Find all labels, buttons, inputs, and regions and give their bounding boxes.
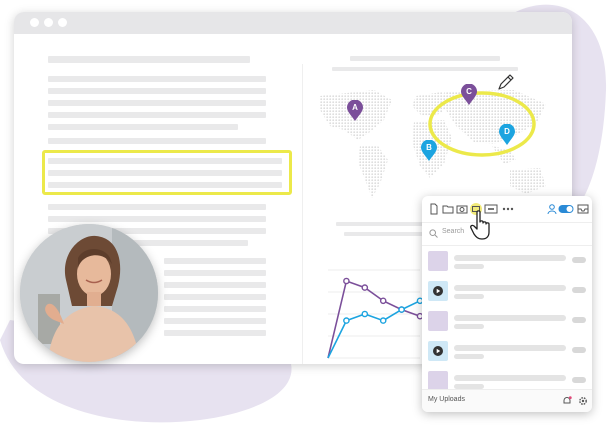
- panel-toolbar: [422, 196, 592, 223]
- panel-footer: My Uploads: [422, 389, 592, 412]
- chart-point: [398, 306, 405, 313]
- upload-title-line: [454, 285, 566, 291]
- image-thumbnail: [428, 251, 448, 271]
- upload-title-line: [454, 345, 566, 351]
- upload-item[interactable]: [422, 246, 592, 276]
- upload-meta-line: [454, 294, 484, 299]
- more-icon[interactable]: [502, 203, 514, 215]
- upload-title-line: [454, 315, 566, 321]
- window-dot[interactable]: [44, 18, 53, 27]
- upload-title-line: [454, 255, 566, 261]
- doc-text-line: [48, 138, 266, 144]
- doc-text-line: [48, 112, 266, 118]
- search-icon: [429, 229, 438, 238]
- chart-point: [379, 297, 387, 305]
- map-pin-b[interactable]: B: [420, 139, 438, 162]
- chart-point: [343, 277, 350, 285]
- search-bar[interactable]: Search: [422, 223, 592, 246]
- upload-meta-line: [454, 324, 484, 329]
- camera-icon[interactable]: [456, 203, 468, 215]
- hand-cursor-icon: [470, 210, 490, 240]
- search-input[interactable]: Search: [442, 228, 464, 235]
- doc-text-line: [48, 216, 266, 222]
- doc-text-line: [164, 330, 266, 336]
- column-divider: [302, 64, 303, 364]
- video-thumbnail: [428, 281, 448, 301]
- map-pin-c[interactable]: C: [460, 83, 478, 106]
- upload-meta-line: [454, 264, 484, 269]
- chart-point: [361, 310, 369, 318]
- play-icon: [433, 346, 443, 356]
- doc-heading-bar: [48, 56, 250, 63]
- upload-item[interactable]: [422, 276, 592, 306]
- doc-text-line: [164, 282, 266, 288]
- map-pin-label: B: [426, 143, 432, 152]
- doc-text-line: [164, 258, 266, 264]
- map-pin-a[interactable]: A: [346, 99, 364, 122]
- upload-title-line: [454, 375, 566, 381]
- upload-item[interactable]: [422, 336, 592, 366]
- video-thumbnail: [428, 341, 448, 361]
- folder-icon[interactable]: [442, 203, 454, 215]
- upload-item[interactable]: [422, 306, 592, 336]
- toggle-switch[interactable]: [558, 203, 574, 215]
- map-pin-label: C: [466, 87, 472, 96]
- doc-text-line: [164, 294, 266, 300]
- upload-options-button[interactable]: [572, 377, 586, 383]
- my-uploads-label[interactable]: My Uploads: [428, 396, 465, 403]
- user-icon[interactable]: [546, 203, 558, 215]
- line-chart: [327, 269, 424, 359]
- doc-text-line: [164, 306, 266, 312]
- doc-text-line: [164, 270, 266, 276]
- doc-text-line: [48, 204, 266, 210]
- chart-series-line: [327, 300, 421, 359]
- upload-options-button[interactable]: [572, 287, 586, 293]
- browser-titlebar: [14, 12, 572, 34]
- image-thumbnail: [428, 311, 448, 331]
- settings-icon[interactable]: [578, 396, 588, 406]
- chart-point: [361, 284, 369, 291]
- doc-text-line: [164, 318, 266, 324]
- doc-text-line: [48, 100, 266, 106]
- chart-series-line: [327, 279, 421, 359]
- chart-point: [379, 317, 387, 324]
- image-thumbnail: [428, 371, 448, 391]
- upload-options-button[interactable]: [572, 317, 586, 323]
- doc-text-line: [332, 67, 518, 71]
- play-icon: [433, 286, 443, 296]
- upload-options-button[interactable]: [572, 257, 586, 263]
- bell-icon[interactable]: [562, 396, 572, 406]
- map-pin-d[interactable]: D: [498, 123, 516, 146]
- upload-options-button[interactable]: [572, 347, 586, 353]
- doc-text-line: [48, 124, 238, 130]
- map-pin-label: D: [504, 127, 510, 136]
- text-highlight-annotation[interactable]: [42, 150, 292, 195]
- doc-text-line: [48, 76, 266, 82]
- uploads-panel: Search My Uploads: [422, 196, 592, 412]
- pencil-icon[interactable]: [496, 72, 516, 92]
- file-icon[interactable]: [428, 203, 440, 215]
- window-dot[interactable]: [30, 18, 39, 27]
- window-dot[interactable]: [58, 18, 67, 27]
- upload-meta-line: [454, 354, 484, 359]
- presenter-avatar: [20, 224, 158, 362]
- chart-point: [343, 317, 350, 324]
- inbox-icon[interactable]: [577, 203, 589, 215]
- doc-text-line: [48, 88, 266, 94]
- map-pin-label: A: [352, 103, 358, 112]
- doc-heading-bar: [350, 56, 500, 61]
